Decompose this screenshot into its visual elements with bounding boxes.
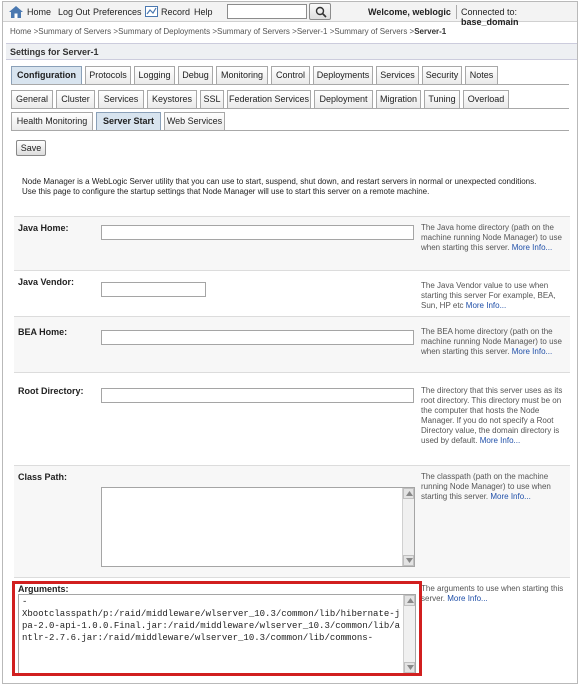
tab-notes[interactable]: Notes	[465, 66, 498, 84]
intro-text: Node Manager is a WebLogic Server utilit…	[22, 177, 537, 196]
tab-web-services[interactable]: Web Services	[164, 112, 225, 130]
more-info-link[interactable]: More Info...	[466, 301, 506, 310]
scroll-up-button[interactable]	[404, 595, 415, 606]
tab-general[interactable]: General	[11, 90, 53, 108]
class-path-scrollbar[interactable]	[402, 488, 414, 566]
home-link[interactable]: Home	[27, 7, 51, 17]
chevron-up-icon	[406, 491, 413, 496]
search-icon	[315, 6, 327, 18]
java-vendor-input[interactable]	[101, 282, 206, 297]
bea-home-help: The BEA home directory (path on the mach…	[421, 327, 562, 356]
java-home-input[interactable]	[101, 225, 414, 240]
preferences-link[interactable]: Preferences	[93, 7, 142, 17]
settings-title: Settings for Server-1	[6, 43, 577, 60]
tab-security[interactable]: Security	[422, 66, 462, 84]
header-divider	[456, 5, 457, 19]
more-info-link[interactable]: More Info...	[490, 492, 530, 501]
tab-configuration[interactable]: Configuration	[11, 66, 82, 84]
tab-divider	[11, 130, 569, 131]
sub-tabs-2: Health Monitoring Server Start Web Servi…	[11, 112, 571, 130]
chevron-down-icon	[407, 665, 414, 670]
logout-link[interactable]: Log Out	[58, 7, 90, 17]
tab-debug[interactable]: Debug	[178, 66, 213, 84]
breadcrumb-item[interactable]: Home	[10, 27, 31, 36]
chevron-down-icon	[406, 558, 413, 563]
welcome-text: Welcome, weblogic	[368, 7, 451, 17]
tab-protocols[interactable]: Protocols	[85, 66, 131, 84]
tab-keystores[interactable]: Keystores	[147, 90, 197, 108]
tab-monitoring[interactable]: Monitoring	[216, 66, 268, 84]
home-icon[interactable]	[9, 6, 23, 18]
tab-deployments[interactable]: Deployments	[313, 66, 373, 84]
tab-divider	[11, 84, 569, 85]
more-info-link[interactable]: More Info...	[512, 243, 552, 252]
arguments-textarea[interactable]: - Xbootclasspath/p:/raid/middleware/wlse…	[18, 594, 416, 674]
tab-overload[interactable]: Overload	[463, 90, 509, 108]
class-path-textarea[interactable]	[101, 487, 415, 567]
scroll-down-button[interactable]	[403, 555, 414, 566]
java-vendor-row: Java Vendor: The Java Vendor value to us…	[14, 270, 570, 316]
java-home-label: Java Home:	[18, 223, 69, 233]
search-input[interactable]	[227, 4, 307, 19]
java-vendor-help: The Java Vendor value to use when starti…	[421, 281, 556, 310]
bea-home-row: BEA Home: The BEA home directory (path o…	[14, 316, 570, 372]
tab-deployment[interactable]: Deployment	[314, 90, 373, 108]
breadcrumb-item[interactable]: Summary of Servers	[334, 27, 407, 36]
breadcrumb-current: Server-1	[414, 27, 447, 36]
tab-health-monitoring[interactable]: Health Monitoring	[11, 112, 93, 130]
tab-divider	[11, 108, 569, 109]
java-home-help: The Java home directory (path on the mac…	[421, 223, 562, 252]
tab-federation-services[interactable]: Federation Services	[227, 90, 311, 108]
tab-control[interactable]: Control	[271, 66, 310, 84]
java-vendor-label: Java Vendor:	[18, 277, 75, 287]
tab-services[interactable]: Services	[376, 66, 419, 84]
save-button[interactable]: Save	[16, 140, 46, 156]
tab-cluster[interactable]: Cluster	[56, 90, 95, 108]
breadcrumb-item[interactable]: Summary of Deployments	[118, 27, 210, 36]
top-bar: Home Log Out Preferences Record Help Wel…	[3, 2, 577, 27]
bea-home-label: BEA Home:	[18, 327, 68, 337]
more-info-link[interactable]: More Info...	[480, 436, 520, 445]
record-link[interactable]: Record	[161, 7, 190, 17]
tab-tuning[interactable]: Tuning	[424, 90, 460, 108]
tab-migration[interactable]: Migration	[376, 90, 421, 108]
scroll-down-button[interactable]	[404, 662, 415, 673]
arguments-help: The arguments to use when starting this …	[421, 584, 564, 603]
connected-status: Connected to: base_domain	[461, 7, 519, 27]
bea-home-input[interactable]	[101, 330, 414, 345]
tab-server-start[interactable]: Server Start	[96, 112, 161, 130]
class-path-row: Class Path: The classpath (path on the m…	[14, 465, 570, 577]
class-path-label: Class Path:	[18, 472, 68, 482]
arguments-label: Arguments:	[18, 584, 69, 594]
help-link[interactable]: Help	[194, 7, 213, 17]
record-icon[interactable]	[145, 6, 158, 17]
search-button[interactable]	[309, 3, 331, 20]
chevron-up-icon	[407, 598, 414, 603]
root-directory-row: Root Directory: The directory that this …	[14, 372, 570, 465]
arguments-row: Arguments: - Xbootclasspath/p:/raid/midd…	[14, 577, 570, 683]
tab-ssl[interactable]: SSL	[200, 90, 224, 108]
sub-tabs-1: General Cluster Services Keystores SSL F…	[11, 90, 571, 108]
console-window: Home Log Out Preferences Record Help Wel…	[2, 1, 578, 684]
root-directory-input[interactable]	[101, 388, 414, 403]
class-path-help: The classpath (path on the machine runni…	[421, 472, 551, 501]
tab-logging[interactable]: Logging	[134, 66, 175, 84]
root-directory-label: Root Directory:	[18, 386, 84, 396]
root-directory-help: The directory that this server uses as i…	[421, 386, 563, 445]
scroll-up-button[interactable]	[403, 488, 414, 499]
breadcrumb-item[interactable]: Server-1	[297, 27, 328, 36]
tab-sub-services[interactable]: Services	[98, 90, 144, 108]
breadcrumb-item[interactable]: Summary of Servers	[38, 27, 111, 36]
more-info-link[interactable]: More Info...	[447, 594, 487, 603]
more-info-link[interactable]: More Info...	[512, 347, 552, 356]
breadcrumb-item[interactable]: Summary of Servers	[217, 27, 290, 36]
breadcrumb: Home >Summary of Servers >Summary of Dep…	[10, 27, 447, 36]
arguments-scrollbar[interactable]	[403, 595, 415, 673]
java-home-row: Java Home: The Java home directory (path…	[14, 216, 570, 270]
main-tabs: Configuration Protocols Logging Debug Mo…	[11, 66, 571, 84]
